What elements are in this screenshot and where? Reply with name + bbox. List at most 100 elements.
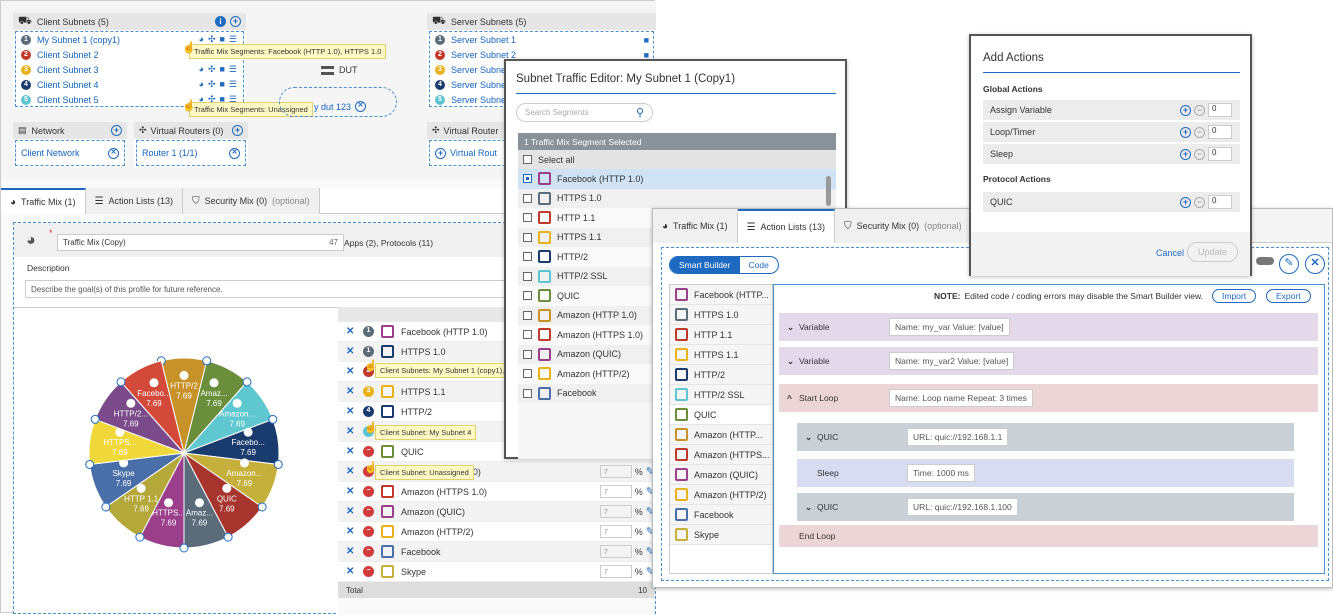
segment-row[interactable]: ✕ − Skype 7% ✎ [338,562,655,582]
chevron-icon[interactable]: ⌄ [787,356,799,367]
client-subnet-link[interactable]: Client Subnet 2 [37,50,99,60]
increment-button[interactable]: + [1180,148,1191,160]
remove-network-icon[interactable]: ✕ [108,147,119,159]
remove-slice-icon[interactable] [222,483,232,493]
increment-button[interactable]: + [1180,104,1191,116]
percent-input[interactable]: 7 [599,545,632,558]
smart-builder-toggle[interactable]: Smart Builder [670,257,740,273]
slice-drag-handle[interactable] [90,414,100,424]
client-network-link[interactable]: Client Network [21,148,80,158]
increment-button[interactable]: + [1180,196,1191,208]
client-subnet-link[interactable]: My Subnet 1 (copy1) [37,35,120,45]
network-row[interactable]: Client Network ✕ [15,140,125,166]
remove-segment-icon[interactable]: ✕ [346,446,356,457]
menu-icon[interactable]: ☰ [229,64,237,75]
builder-segment-row[interactable]: Facebook [670,505,772,525]
segment-checkbox[interactable] [523,310,532,320]
action-count-input[interactable]: 0 [1208,125,1232,139]
search-segments-input[interactable]: Search Segments ⚲ [516,103,653,122]
server-subnet-link[interactable]: Server Subne [451,80,506,90]
remove-slice-icon[interactable] [232,398,242,408]
subnet-assignment-badge[interactable]: 1 [363,326,374,337]
remove-dut-icon[interactable]: ✕ [355,101,367,112]
chevron-icon[interactable]: ⌄ [787,322,799,333]
segment-checkbox[interactable] [523,213,532,223]
segment-checkbox[interactable] [523,232,532,242]
remove-segment-icon[interactable]: ✕ [346,426,356,437]
segment-row[interactable]: ✕ − Amazon (HTTPS 1.0) 7% ✎ [338,482,655,502]
action-count-input[interactable]: 0 [1208,103,1232,117]
info-icon[interactable]: i [215,16,226,27]
remove-segment-icon[interactable]: ✕ [346,566,356,577]
subnet-assignment-badge[interactable]: 1 [363,346,374,357]
subnet-assignment-badge[interactable]: − [363,486,374,497]
remove-slice-icon[interactable] [179,370,189,380]
update-button[interactable]: Update [1187,242,1239,262]
pie-chart-icon[interactable]: ◕ [199,64,204,75]
action-detail[interactable]: Name: my_var2 Value: [value] [889,352,1015,370]
server-subnet-link[interactable]: Server Subnet 1 [451,35,516,45]
server-subnet-link[interactable]: Server Subne [451,95,506,105]
scrollbar-thumb[interactable] [826,176,831,206]
action-detail[interactable]: Name: Loop name Repeat: 3 times [889,389,1033,407]
tab-traffic-mix[interactable]: ◕ Traffic Mix (1) [1,188,86,214]
dut-link-row[interactable]: y dut 123 ✕ [314,101,367,112]
editor-segment-row[interactable]: HTTPS 1.0 [518,188,836,208]
client-subnet-link[interactable]: Client Subnet 4 [37,80,99,90]
slice-drag-handle[interactable] [268,414,278,424]
action-detail[interactable]: Name: my_var Value: [value] [889,318,1010,336]
action-count-input[interactable]: 0 [1208,147,1232,161]
dut-node[interactable]: DUT [321,65,358,75]
action-row[interactable]: ⌄ QUIC URL: quic://192.168.1.100 [797,493,1294,521]
builder-segment-row[interactable]: QUIC [670,405,772,425]
remove-segment-icon[interactable]: ✕ [346,506,356,517]
percent-input[interactable]: 7 [599,505,632,518]
builder-segment-row[interactable]: HTTPS 1.1 [670,345,772,365]
editor-segment-row[interactable]: Facebook (HTTP 1.0) [518,169,836,189]
remove-segment-icon[interactable]: ✕ [346,546,356,557]
add-router-button[interactable]: + [232,125,243,136]
add-action-row[interactable]: QUIC + −0 [983,192,1240,212]
dut-link[interactable]: y dut 123 [314,102,351,112]
remove-segment-icon[interactable]: ✕ [346,466,356,477]
remove-segment-icon[interactable]: ✕ [346,406,356,417]
builder-segment-row[interactable]: HTTP 1.1 [670,325,772,345]
server-subnet-link[interactable]: Server Subnet 2 [451,50,516,60]
traffic-mix-pie-chart[interactable]: HTTP/27.69 Amaz...7.69Amazon...7.69Facebo… [74,343,294,563]
slice-drag-handle[interactable] [85,459,95,469]
pie-chart-icon[interactable]: ◕ [199,79,204,90]
percent-input[interactable]: 7 [599,565,632,578]
add-action-row[interactable]: Assign Variable + −0 [983,100,1240,120]
decrement-button[interactable]: − [1194,196,1205,208]
subnet-assignment-badge[interactable]: − [363,546,374,557]
builder-segment-row[interactable]: Amazon (HTTPS... [670,445,772,465]
mix-name-input[interactable]: Traffic Mix (Copy) 47 [57,234,344,251]
action-detail[interactable]: URL: quic://192.168.1.100 [907,498,1018,516]
remove-slice-icon[interactable] [164,498,174,508]
export-button[interactable]: Export [1266,289,1311,303]
segment-checkbox[interactable] [523,291,532,301]
segment-checkbox[interactable] [523,174,532,184]
remove-slice-icon[interactable] [126,398,136,408]
segment-checkbox[interactable] [523,369,532,379]
briefcase-icon[interactable]: ■ [219,64,224,75]
remove-slice-icon[interactable] [194,498,204,508]
tab-security-mix[interactable]: ⛉ Security Mix (0) (optional) [183,188,320,214]
remove-slice-icon[interactable] [149,378,159,388]
slice-drag-handle[interactable] [257,502,267,512]
action-detail[interactable]: Time: 1000 ms [907,464,975,482]
slice-drag-handle[interactable] [116,377,126,387]
router-icon[interactable]: ✣ [208,79,216,90]
cancel-button[interactable]: Cancel [1156,248,1184,258]
select-all-row[interactable]: Select all [518,150,836,169]
chevron-icon[interactable]: ^ [787,393,799,403]
briefcase-icon[interactable]: ■ [644,50,653,60]
segment-checkbox[interactable] [523,330,532,340]
tab-action-lists[interactable]: ☰ Action Lists (13) [85,188,184,214]
import-button[interactable]: Import [1212,289,1257,303]
percent-input[interactable]: 7 [599,465,632,478]
decrement-button[interactable]: − [1194,148,1205,160]
virtual-router-link[interactable]: Virtual Rout [450,148,497,158]
edit-pencil-icon[interactable]: ✎ [1279,254,1299,274]
briefcase-icon[interactable]: ■ [644,35,653,45]
